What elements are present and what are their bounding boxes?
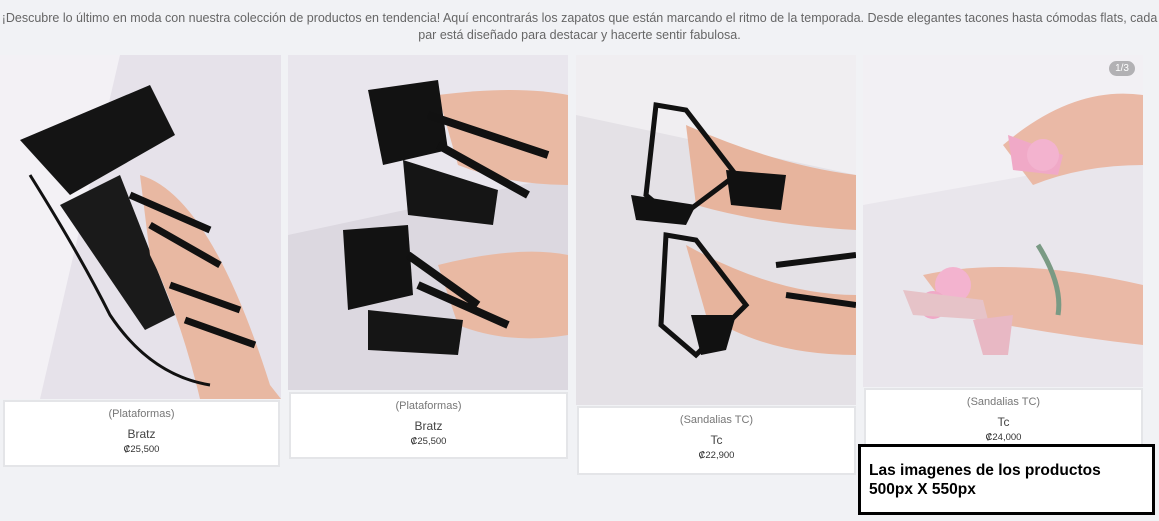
product-info: (Plataformas) Bratz ₡25,500 <box>3 400 280 467</box>
product-info: (Sandalias TC) Tc ₡22,900 <box>577 406 856 475</box>
product-image[interactable] <box>0 55 281 399</box>
product-category: (Plataformas) <box>108 408 175 420</box>
product-card[interactable]: 1/3 (Sandalias TC) Tc ₡24,000 <box>863 55 1145 455</box>
product-name[interactable]: Bratz <box>5 427 278 441</box>
product-price: ₡25,500 <box>123 444 160 455</box>
product-price: ₡24,000 <box>985 432 1022 443</box>
note-line-2: 500px X 550px <box>869 481 976 498</box>
image-size-note: Las imagenes de los productos 500px X 55… <box>858 444 1155 515</box>
note-line-1: Las imagenes de los productos <box>869 462 1101 479</box>
product-info: (Plataformas) Bratz ₡25,500 <box>289 392 568 459</box>
product-price: ₡22,900 <box>698 450 735 461</box>
product-card[interactable]: (Plataformas) Bratz ₡25,500 <box>0 55 283 470</box>
product-category: (Sandalias TC) <box>966 396 1041 408</box>
product-card[interactable]: (Sandalias TC) Tc ₡22,900 <box>576 55 858 480</box>
product-card[interactable]: (Plataformas) Bratz ₡25,500 <box>288 55 570 465</box>
product-image[interactable]: 1/3 <box>863 55 1143 387</box>
product-price: ₡25,500 <box>410 436 447 447</box>
product-category: (Sandalias TC) <box>679 414 754 426</box>
product-name[interactable]: Bratz <box>291 419 566 433</box>
product-info: (Sandalias TC) Tc ₡24,000 <box>864 388 1143 450</box>
product-category: (Plataformas) <box>395 400 462 412</box>
product-image[interactable] <box>288 55 568 390</box>
image-counter: 1/3 <box>1109 61 1135 76</box>
product-name[interactable]: Tc <box>866 415 1141 429</box>
product-image[interactable] <box>576 55 856 405</box>
product-name[interactable]: Tc <box>579 433 854 447</box>
intro-text: ¡Descubre lo último en moda con nuestra … <box>1 11 1158 42</box>
